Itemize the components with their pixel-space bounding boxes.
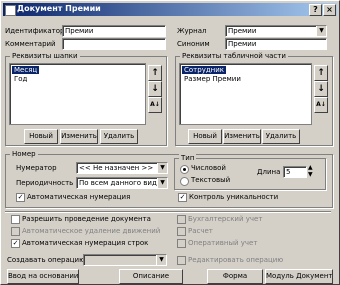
type-numeric-radio[interactable] — [180, 165, 189, 174]
edit-operation-label: Редактировать операцию — [188, 256, 284, 264]
header-edit-button[interactable]: Изменить — [60, 129, 98, 144]
allow-posting-label: Разрешить проведение документа — [22, 215, 151, 223]
type-group: Тип Числовой Текстовый Длина 5 ▲ ▼ — [174, 154, 326, 190]
identifier-label: Идентификатор — [5, 27, 65, 35]
window-title: Документ Премии — [17, 4, 101, 13]
length-label: Длина — [257, 168, 281, 176]
title-bar: Документ Премии ? × — [3, 3, 337, 16]
auto-row-numbering-checkbox[interactable]: ✓ — [11, 239, 20, 248]
input-based-on-button[interactable]: Ввод на основании... — [7, 269, 79, 284]
type-label: Тип — [179, 154, 197, 162]
move-down-icon[interactable]: ↓ — [148, 81, 162, 97]
comment-field[interactable] — [62, 38, 166, 50]
periodicity-select[interactable]: По всем данного вида ▼ — [76, 177, 168, 189]
calculation-label: Расчет — [188, 227, 213, 235]
auto-delete-label: Автоматическое удаление движений — [22, 227, 161, 235]
journal-value: Премии — [228, 27, 257, 35]
journal-label: Журнал — [177, 27, 207, 35]
separator — [5, 211, 331, 213]
type-text-radio[interactable] — [180, 177, 189, 186]
table-attrs-label: Реквизиты табличной части — [180, 52, 288, 60]
journal-select[interactable]: Премии ▼ — [225, 25, 327, 37]
chevron-down-icon[interactable]: ▼ — [157, 163, 167, 173]
uniqueness-label: Контроль уникальности — [189, 193, 279, 201]
window-icon — [5, 5, 16, 16]
type-numeric-label: Числовой — [191, 164, 226, 172]
sort-icon[interactable]: A↓ — [314, 97, 328, 113]
help-button[interactable]: ? — [309, 4, 322, 16]
number-group: Номер Нумератор << Не назначен >> ▼ Пери… — [5, 150, 333, 208]
chevron-down-icon[interactable]: ▼ — [316, 26, 326, 36]
header-new-button[interactable]: Новый — [24, 129, 58, 144]
move-up-icon[interactable]: ↑ — [148, 65, 162, 81]
auto-row-numbering-label: Автоматическая нумерация строк — [22, 239, 149, 247]
header-delete-button[interactable]: Удалить — [100, 129, 138, 144]
auto-numbering-checkbox[interactable]: ✓ — [16, 193, 25, 202]
document-properties-window: Документ Премии ? × Идентификатор Премии… — [0, 0, 340, 285]
create-operation-select[interactable]: ▼ — [83, 254, 167, 266]
table-delete-button[interactable]: Удалить — [262, 129, 300, 144]
periodicity-label: Периодичность — [16, 179, 74, 187]
table-attrs-group: Реквизиты табличной части Сотрудник Разм… — [175, 52, 333, 146]
auto-delete-checkbox[interactable] — [11, 227, 20, 236]
form-button[interactable]: Форма — [207, 269, 263, 284]
header-attrs-list[interactable]: Месяц Год — [9, 63, 146, 125]
operational-checkbox[interactable] — [177, 239, 186, 248]
chevron-down-icon[interactable]: ▼ — [156, 255, 166, 265]
move-down-icon[interactable]: ↓ — [314, 81, 328, 97]
header-attrs-label: Реквизиты шапки — [10, 52, 80, 60]
auto-numbering-label: Автоматическая нумерация — [27, 193, 131, 201]
list-item[interactable]: Сотрудник — [182, 66, 227, 74]
close-button[interactable]: × — [323, 4, 336, 16]
calculation-checkbox[interactable] — [177, 227, 186, 236]
list-item[interactable]: Размер Премии — [182, 75, 243, 83]
numerator-label: Нумератор — [16, 164, 57, 172]
list-item[interactable]: Год — [12, 75, 29, 83]
length-stepper-icon[interactable]: ▲ ▼ — [308, 164, 313, 178]
module-button[interactable]: Модуль Документа — [265, 269, 333, 284]
accounting-label: Бухгалтерский учет — [188, 215, 263, 223]
create-operation-label: Создавать операцию: — [7, 256, 88, 264]
periodicity-value: По всем данного вида — [79, 179, 162, 187]
type-text-label: Текстовый — [191, 176, 231, 184]
description-button[interactable]: Описание — [119, 269, 183, 284]
header-attrs-group: Реквизиты шапки Месяц Год ↑ ↓ A↓ Новый И… — [5, 52, 167, 146]
identifier-field[interactable]: Премии — [62, 25, 166, 37]
comment-label: Комментарий — [5, 40, 56, 48]
numerator-select[interactable]: << Не назначен >> ▼ — [76, 162, 168, 174]
move-up-icon[interactable]: ↑ — [314, 65, 328, 81]
synonym-field[interactable]: Премии — [225, 38, 327, 50]
operational-label: Оперативный учет — [188, 239, 258, 247]
list-item[interactable]: Месяц — [12, 66, 40, 74]
table-edit-button[interactable]: Изменить — [223, 129, 261, 144]
edit-operation-checkbox[interactable] — [177, 256, 186, 265]
accounting-checkbox[interactable] — [177, 215, 186, 224]
chevron-down-icon[interactable]: ▼ — [157, 178, 167, 188]
table-new-button[interactable]: Новый — [188, 129, 222, 144]
synonym-label: Синоним — [177, 40, 210, 48]
number-group-label: Номер — [10, 150, 38, 158]
length-field[interactable]: 5 — [283, 166, 307, 178]
allow-posting-checkbox[interactable] — [11, 215, 20, 224]
sort-icon[interactable]: A↓ — [148, 97, 162, 113]
numerator-value: << Не назначен >> — [79, 164, 154, 172]
table-attrs-list[interactable]: Сотрудник Размер Премии — [179, 63, 312, 125]
uniqueness-checkbox[interactable]: ✓ — [178, 193, 187, 202]
